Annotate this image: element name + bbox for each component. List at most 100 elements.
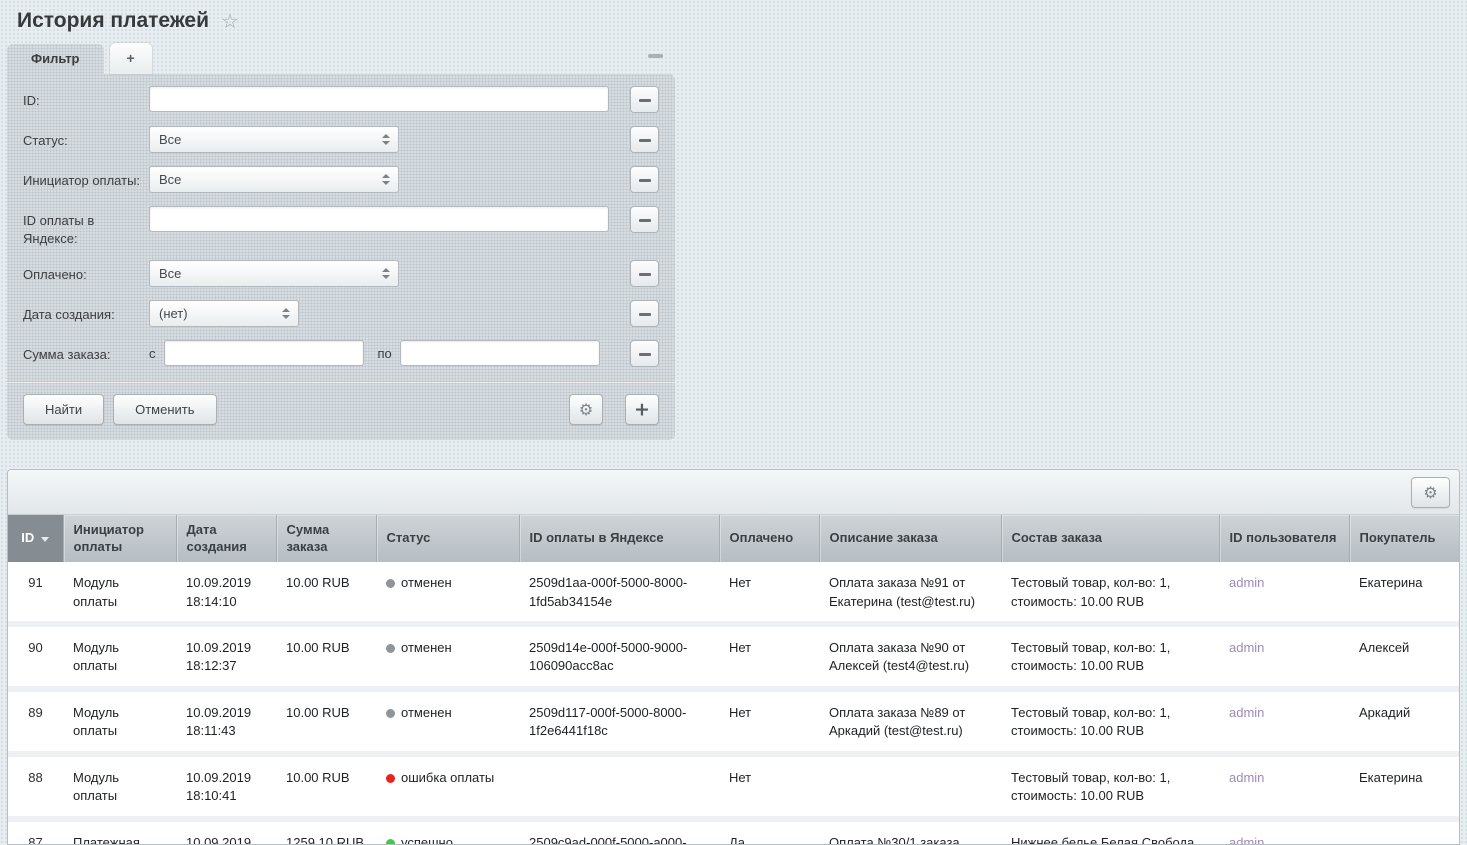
- gear-icon: [579, 402, 593, 418]
- payments-table: ID Инициатор оплаты Дата создания Сумма …: [8, 515, 1460, 845]
- cell-yandex-id: 2509d14e-000f-5000-9000-106090acc8ac: [519, 624, 719, 689]
- remove-field-button[interactable]: [630, 126, 659, 153]
- column-header-id[interactable]: ID: [8, 515, 63, 562]
- cell-paid: Нет: [719, 562, 819, 624]
- sum-from-label: с: [149, 340, 164, 361]
- remove-field-button[interactable]: [630, 260, 659, 287]
- plus-icon: +: [127, 50, 135, 66]
- plus-icon: [634, 400, 650, 419]
- tab-filter[interactable]: Фильтр: [7, 44, 104, 74]
- column-header-yandex-id[interactable]: ID оплаты в Яндексе: [519, 515, 719, 562]
- paid-select[interactable]: Все: [149, 260, 399, 287]
- gear-icon: [1423, 485, 1437, 501]
- status-select-value: Все: [159, 132, 181, 147]
- initiator-select[interactable]: Все: [149, 166, 399, 193]
- cell-contents: Тестовый товар, кол-во: 1, стоимость: 10…: [1001, 624, 1219, 689]
- cell-initiator: Модуль оплаты: [63, 754, 176, 819]
- table-row: 87 Платежная система 10.09.2019 17:40:05…: [8, 819, 1460, 845]
- remove-field-button[interactable]: [630, 340, 659, 367]
- field-label: Инициатор оплаты:: [23, 166, 149, 190]
- field-label: Оплачено:: [23, 260, 149, 284]
- yandex-payment-id-input[interactable]: [149, 206, 609, 232]
- initiator-select-value: Все: [159, 172, 181, 187]
- select-arrows-icon: [382, 174, 390, 185]
- cell-contents: Тестовый товар, кол-во: 1, стоимость: 10…: [1001, 689, 1219, 754]
- cell-created: 10.09.2019 18:14:10: [176, 562, 276, 624]
- remove-field-button[interactable]: [630, 86, 659, 113]
- cell-status: отменен: [376, 562, 519, 624]
- status-dot-icon: [386, 579, 395, 588]
- column-header-created[interactable]: Дата создания: [176, 515, 276, 562]
- column-header-contents[interactable]: Состав заказа: [1001, 515, 1219, 562]
- cell-status: отменен: [376, 689, 519, 754]
- remove-field-button[interactable]: [630, 206, 659, 233]
- sum-from-input[interactable]: [164, 340, 364, 366]
- filter-row-sum: Сумма заказа: с по: [23, 340, 659, 367]
- created-date-select-value: (нет): [159, 306, 188, 321]
- filter-row-status: Статус: Все: [23, 126, 659, 153]
- filter-row-created: Дата создания: (нет): [23, 300, 659, 327]
- column-header-paid[interactable]: Оплачено: [719, 515, 819, 562]
- column-header-amount[interactable]: Сумма заказа: [276, 515, 376, 562]
- cell-yandex-id: 2509d1aa-000f-5000-8000-1fd5ab34154e: [519, 562, 719, 624]
- table-row: 88 Модуль оплаты 10.09.2019 18:10:41 10.…: [8, 754, 1460, 819]
- cell-buyer: Екатерина: [1349, 562, 1460, 624]
- column-header-initiator[interactable]: Инициатор оплаты: [63, 515, 176, 562]
- cell-status: ошибка оплаты: [376, 754, 519, 819]
- page-header: История платежей: [0, 0, 1467, 41]
- payments-list-panel: ID Инициатор оплаты Дата создания Сумма …: [7, 469, 1460, 845]
- remove-field-button[interactable]: [630, 300, 659, 327]
- user-link[interactable]: admin: [1229, 575, 1264, 590]
- cancel-button[interactable]: Отменить: [113, 394, 216, 425]
- cell-amount: 1259.10 RUB: [276, 819, 376, 845]
- cell-amount: 10.00 RUB: [276, 689, 376, 754]
- cell-buyer: [1349, 819, 1460, 845]
- minus-icon: [639, 139, 651, 142]
- cell-description: Оплата №30/1 заказа №30 для test@test.ru: [819, 819, 1001, 845]
- find-button[interactable]: Найти: [23, 394, 104, 425]
- filter-row-paid: Оплачено: Все: [23, 260, 659, 287]
- add-filter-tab[interactable]: +: [110, 43, 152, 74]
- column-header-user-id[interactable]: ID пользователя: [1219, 515, 1349, 562]
- sort-desc-icon: [41, 537, 49, 542]
- filter-row-initiator: Инициатор оплаты: Все: [23, 166, 659, 193]
- cell-user-id: admin: [1219, 754, 1349, 819]
- field-label: Сумма заказа:: [23, 340, 149, 364]
- remove-field-button[interactable]: [630, 166, 659, 193]
- cell-description: [819, 754, 1001, 819]
- field-label: ID:: [23, 86, 149, 110]
- cell-amount: 10.00 RUB: [276, 624, 376, 689]
- field-label: Статус:: [23, 126, 149, 150]
- column-header-buyer[interactable]: Покупатель: [1349, 515, 1460, 562]
- user-link[interactable]: admin: [1229, 835, 1264, 845]
- cell-status: отменен: [376, 624, 519, 689]
- user-link[interactable]: admin: [1229, 705, 1264, 720]
- sum-to-input[interactable]: [400, 340, 600, 366]
- cell-buyer: Аркадий: [1349, 689, 1460, 754]
- filter-footer: Найти Отменить: [7, 381, 675, 440]
- status-dot-icon: [386, 839, 395, 845]
- cell-user-id: admin: [1219, 624, 1349, 689]
- cell-paid: Нет: [719, 754, 819, 819]
- list-toolbar: [8, 470, 1459, 515]
- column-header-status[interactable]: Статус: [376, 515, 519, 562]
- list-settings-button[interactable]: [1411, 477, 1450, 508]
- id-input[interactable]: [149, 86, 609, 112]
- created-date-select[interactable]: (нет): [149, 300, 299, 327]
- user-link[interactable]: admin: [1229, 770, 1264, 785]
- paid-select-value: Все: [159, 266, 181, 281]
- star-icon[interactable]: [221, 11, 239, 31]
- add-field-button[interactable]: [625, 394, 659, 425]
- cell-contents: Нижнее белье Белая Свобода, кол-во: 1, с…: [1001, 819, 1219, 845]
- minimize-filter-icon[interactable]: [648, 54, 663, 58]
- cell-created: 10.09.2019 18:12:37: [176, 624, 276, 689]
- filter-settings-button[interactable]: [569, 394, 603, 425]
- column-header-description[interactable]: Описание заказа: [819, 515, 1001, 562]
- user-link[interactable]: admin: [1229, 640, 1264, 655]
- cell-created: 10.09.2019 18:10:41: [176, 754, 276, 819]
- table-row: 91 Модуль оплаты 10.09.2019 18:14:10 10.…: [8, 562, 1460, 624]
- table-row: 89 Модуль оплаты 10.09.2019 18:11:43 10.…: [8, 689, 1460, 754]
- cell-status: успешно завершен: [376, 819, 519, 845]
- status-select[interactable]: Все: [149, 126, 399, 153]
- cell-paid: Да: [719, 819, 819, 845]
